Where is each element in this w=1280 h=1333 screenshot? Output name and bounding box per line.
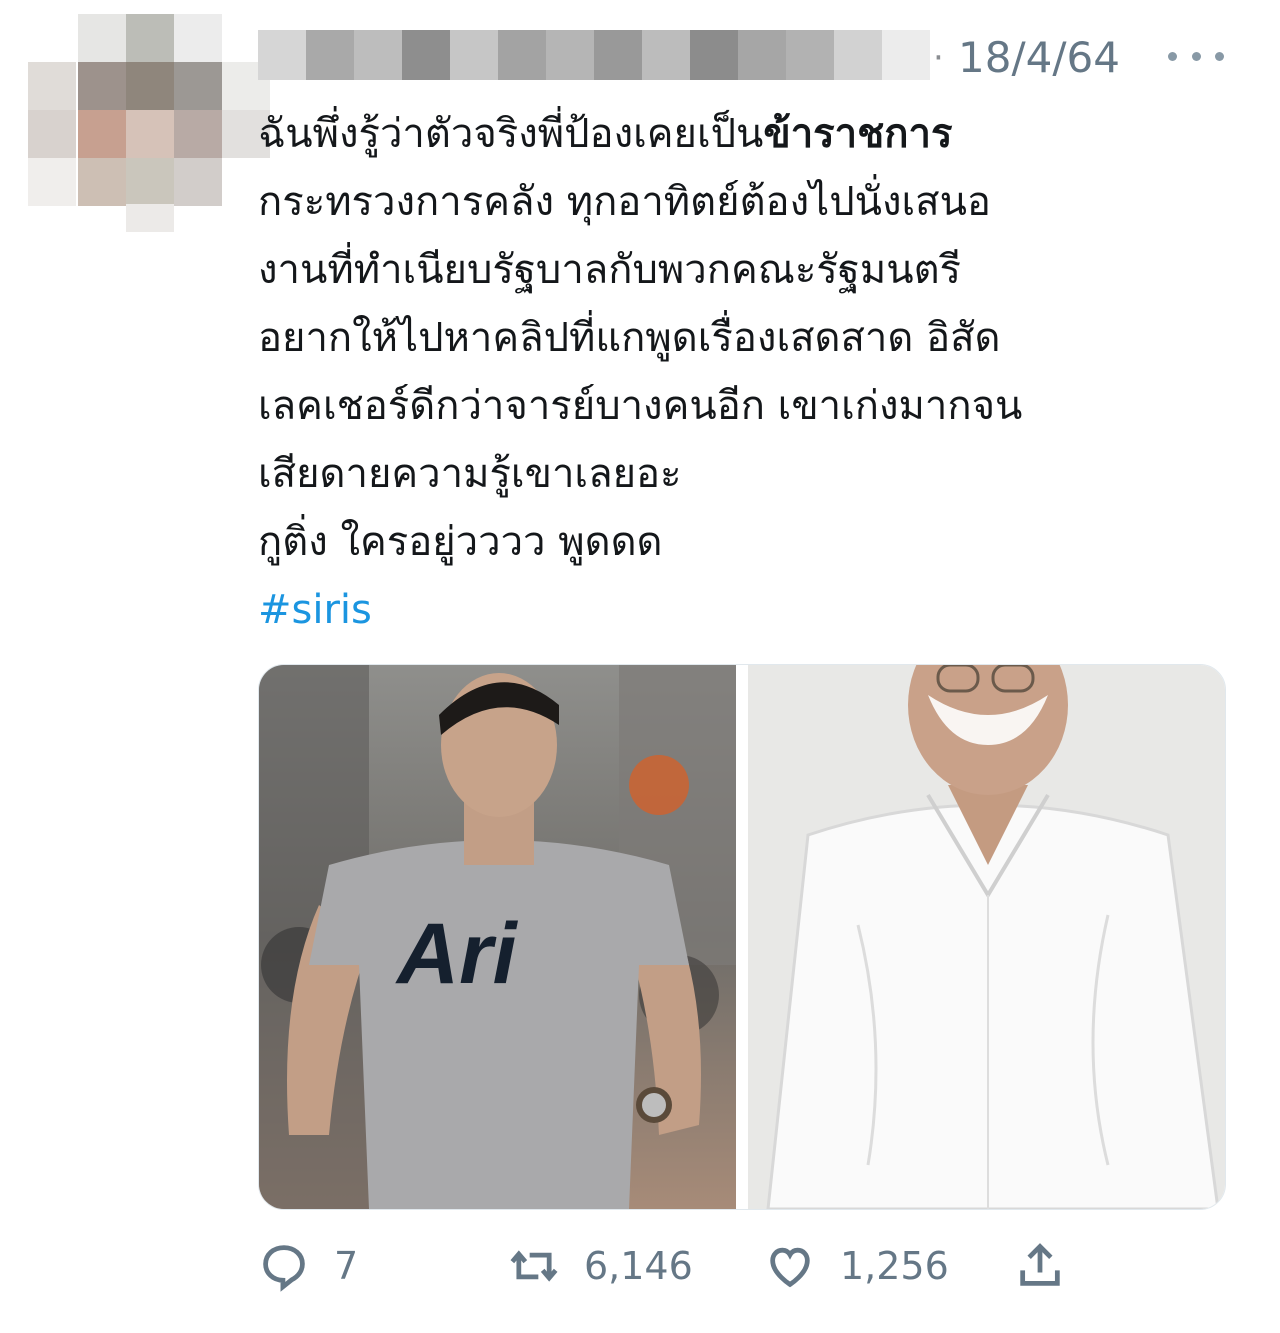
more-options-icon[interactable] xyxy=(1168,44,1224,68)
shirt-logo-text: Ari xyxy=(395,906,519,1002)
share-icon xyxy=(1020,1243,1060,1286)
photo-right[interactable] xyxy=(748,665,1225,1209)
tweet-text: ฉันพึ่งรู้ว่าตัวจริงพี่ป้องเคยเป็นข้าราช… xyxy=(258,100,1218,644)
tweet-media: Ari xyxy=(258,664,1226,1210)
share-button[interactable] xyxy=(1014,1236,1090,1296)
reply-icon xyxy=(263,1245,305,1292)
tweet-line-6: เสียดายความรู้เขาเลยอะ xyxy=(258,451,682,497)
tweet-line-3: งานที่ทำเนียบรัฐบาลกับพวกคณะรัฐมนตรี xyxy=(258,247,962,293)
tweet-line-5: เลคเชอร์ดีกว่าจารย์บางคนอีก เขาเก่งมากจน xyxy=(258,383,1023,429)
retweet-icon xyxy=(510,1250,558,1282)
like-count: 1,256 xyxy=(840,1244,949,1288)
display-name-redacted[interactable] xyxy=(258,30,930,80)
avatar[interactable] xyxy=(28,14,270,234)
hashtag-link[interactable]: #siris xyxy=(258,587,372,633)
tweet-line-7: กูติ่ง ใครอยู่วววว พูดดด xyxy=(258,519,663,565)
bold-text: ข้าราชการ xyxy=(763,111,953,157)
separator-dot: · xyxy=(933,38,944,78)
tweet-actions: 7 6,146 1,256 xyxy=(258,1236,1078,1296)
heart-icon xyxy=(770,1247,810,1288)
reply-button[interactable]: 7 xyxy=(258,1236,358,1296)
photo-left[interactable]: Ari xyxy=(259,665,736,1209)
tweet-line-4: อยากให้ไปหาคลิปที่แกพูดเรื่องเสดสาด อิสั… xyxy=(258,315,1001,361)
retweet-button[interactable]: 6,146 xyxy=(508,1236,693,1296)
tweet-line-2: กระทรวงการคลัง ทุกอาทิตย์ต้องไปนั่งเสนอ xyxy=(258,179,991,225)
like-button[interactable]: 1,256 xyxy=(764,1236,949,1296)
tweet-timestamp[interactable]: 18/4/64 xyxy=(958,33,1120,82)
tweet-line-1: ฉันพึ่งรู้ว่าตัวจริงพี่ป้องเคยเป็นข้าราช… xyxy=(258,111,953,157)
retweet-count: 6,146 xyxy=(584,1244,693,1288)
reply-count: 7 xyxy=(334,1244,359,1288)
